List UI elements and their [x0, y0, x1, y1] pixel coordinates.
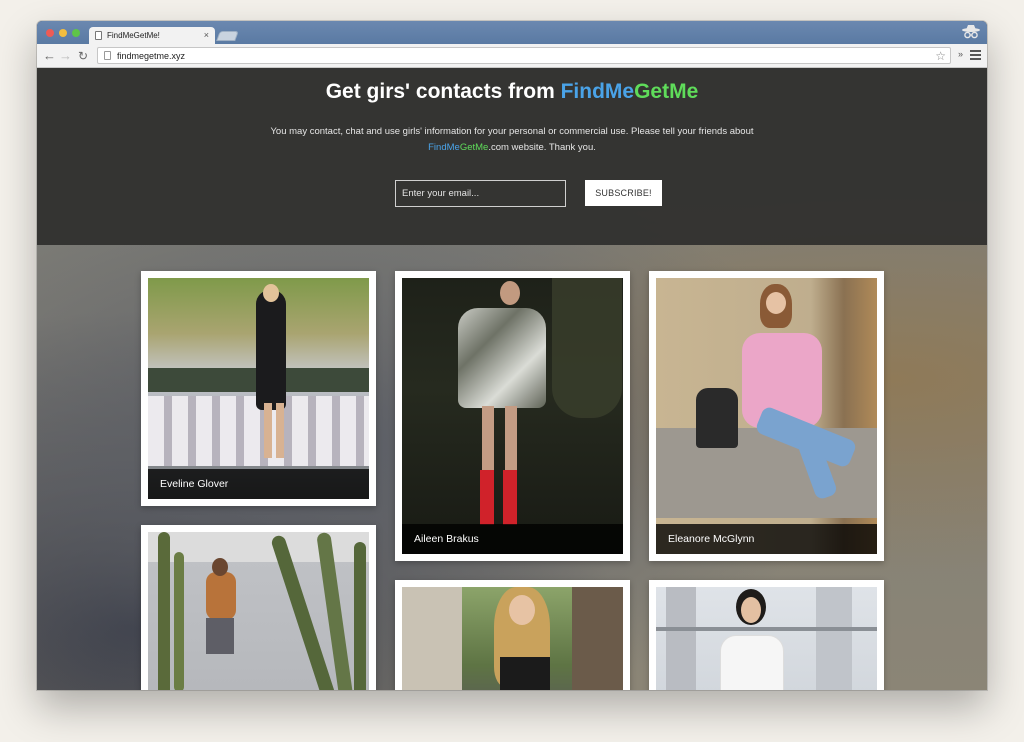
browser-window: FindMeGetMe! × ← → ↻ findmegetme.xyz ☆ »…	[37, 21, 987, 690]
description-brand-part1: FindMe	[428, 142, 460, 153]
profile-card[interactable]	[141, 525, 376, 690]
title-prefix: Get girs' contacts from	[325, 80, 561, 103]
email-input[interactable]	[395, 180, 566, 207]
profile-name: Eveline Glover	[148, 469, 369, 499]
browser-tab[interactable]: FindMeGetMe! ×	[89, 27, 215, 44]
description-text: You may contact, chat and use girls' inf…	[270, 126, 754, 137]
brand-name-part1: FindMe	[560, 80, 635, 103]
profile-card[interactable]	[649, 580, 884, 690]
new-tab-button[interactable]	[216, 31, 239, 41]
address-bar[interactable]: findmegetme.xyz ☆	[97, 47, 951, 64]
close-window-button[interactable]	[46, 29, 54, 37]
description-suffix: .com website. Thank you.	[488, 142, 596, 153]
bookmark-star-icon[interactable]: ☆	[935, 50, 950, 62]
description-brand-part2: GetMe	[459, 142, 489, 153]
browser-toolbar: ← → ↻ findmegetme.xyz ☆ »	[37, 44, 987, 68]
tab-title: FindMeGetMe!	[107, 31, 160, 40]
forward-arrow-icon[interactable]: →	[59, 47, 72, 65]
hero-section: Get girs' contacts from FindMeGetMe You …	[37, 68, 987, 245]
page-icon	[95, 31, 102, 40]
profile-card[interactable]: Eleanore McGlynn	[649, 271, 884, 561]
tab-close-button[interactable]: ×	[204, 31, 209, 40]
page-viewport: Get girs' contacts from FindMeGetMe You …	[37, 68, 987, 690]
url-text[interactable]: findmegetme.xyz	[117, 51, 929, 61]
profile-card[interactable]: Eveline Glover	[141, 271, 376, 506]
profile-photo	[656, 587, 877, 690]
profile-photo: Eveline Glover	[148, 278, 369, 499]
tab-bar: FindMeGetMe! ×	[37, 21, 987, 44]
profile-photo	[148, 532, 369, 690]
extensions-overflow-button[interactable]: »	[958, 49, 963, 59]
menu-icon[interactable]	[970, 50, 981, 60]
profile-card[interactable]	[395, 580, 630, 690]
page-icon	[104, 51, 111, 60]
profile-name: Eleanore McGlynn	[656, 524, 877, 554]
page-title: Get girs' contacts from FindMeGetMe	[37, 80, 987, 104]
profile-photo: Eleanore McGlynn	[656, 278, 877, 554]
profile-card[interactable]: Aileen Brakus	[395, 271, 630, 561]
back-arrow-icon[interactable]: ←	[43, 47, 56, 65]
hero-description: You may contact, chat and use girls' inf…	[267, 124, 757, 156]
subscribe-button[interactable]: SUBSCRIBE!	[585, 180, 662, 206]
profile-photo: Aileen Brakus	[402, 278, 623, 554]
incognito-icon[interactable]	[961, 24, 981, 41]
minimize-window-button[interactable]	[59, 29, 67, 37]
profile-photo	[402, 587, 623, 690]
profile-name: Aileen Brakus	[402, 524, 623, 554]
reload-icon[interactable]: ↻	[78, 47, 88, 65]
maximize-window-button[interactable]	[72, 29, 80, 37]
brand-name-part2: GetMe	[634, 80, 699, 103]
